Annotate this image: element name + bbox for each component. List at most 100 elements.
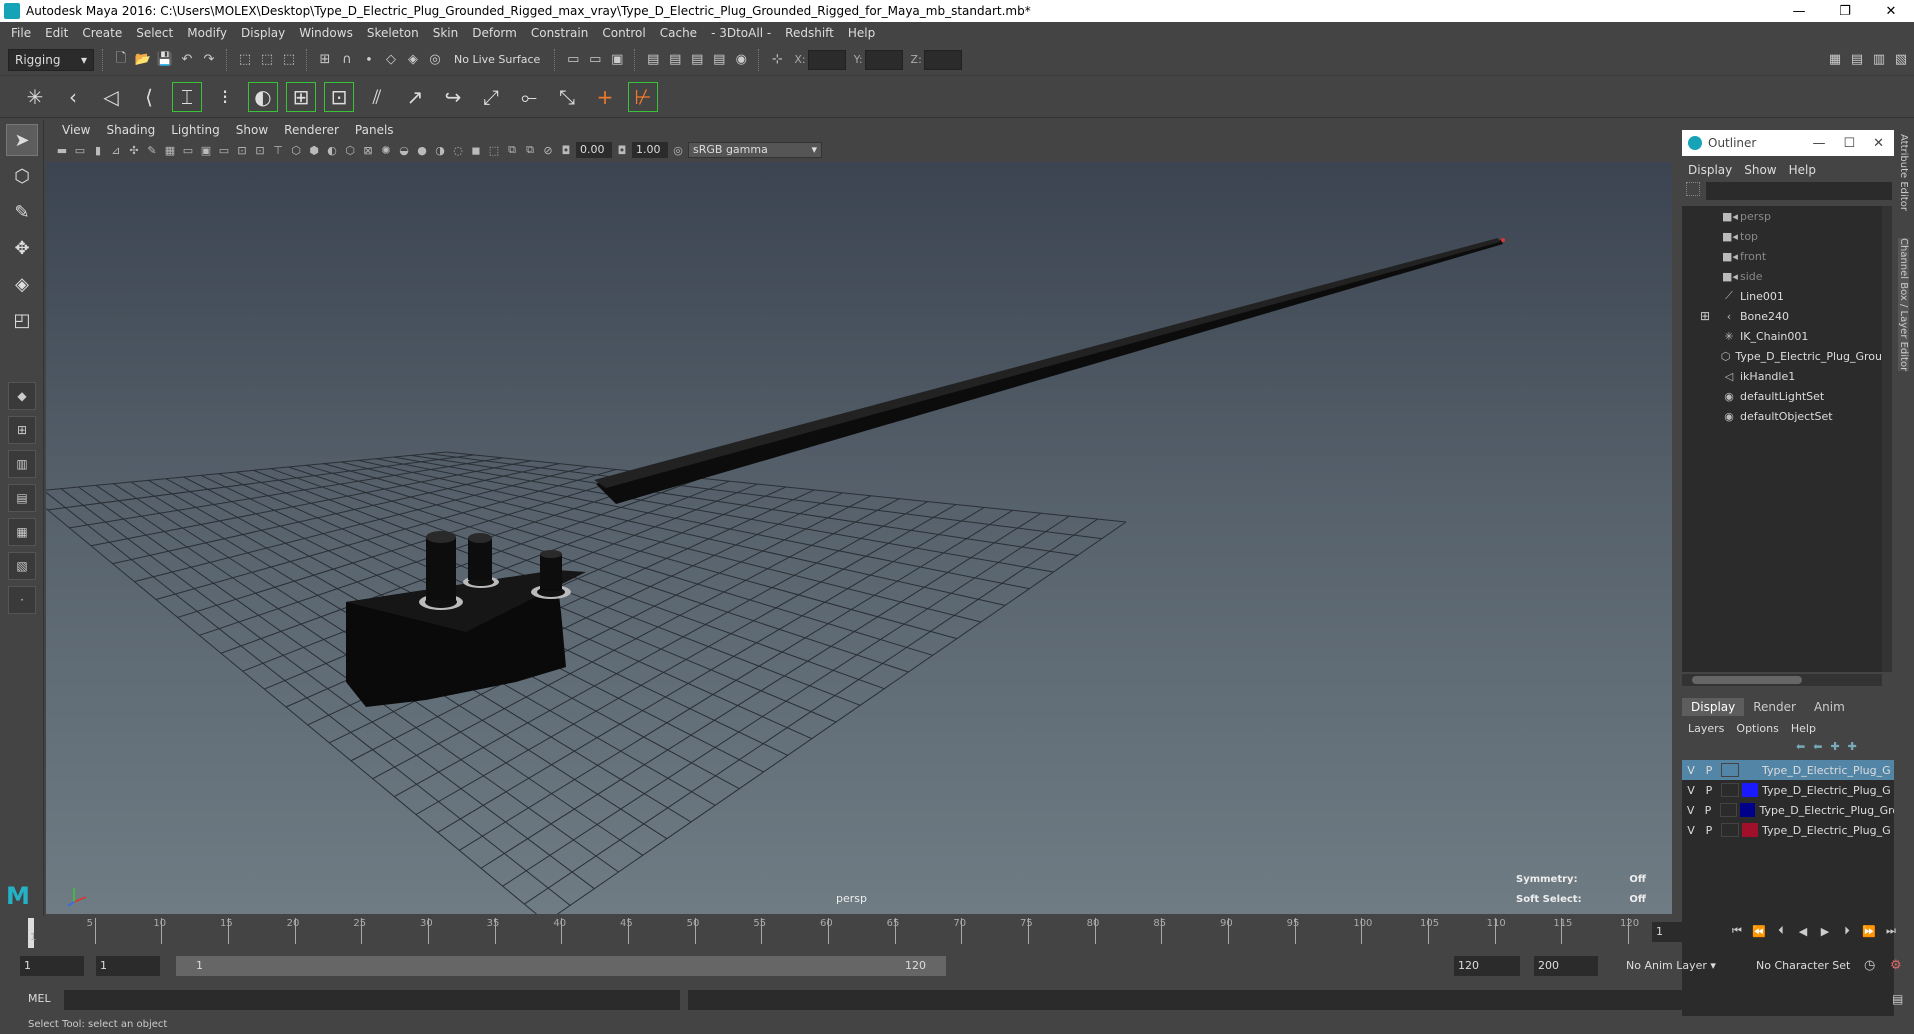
select-camera-icon[interactable]: ▬: [54, 142, 70, 158]
set-driven-key-icon[interactable]: ⊬: [628, 81, 658, 112]
outliner-horizontal-scrollbar[interactable]: [1682, 674, 1882, 686]
bind-skin-icon[interactable]: ⁝: [210, 82, 240, 112]
outliner-item[interactable]: ■◂ side: [1682, 266, 1882, 286]
panel-menu-item[interactable]: Show: [228, 123, 276, 137]
snap-grid-icon[interactable]: ⊞: [316, 51, 334, 69]
script-editor-icon[interactable]: ▤: [1892, 992, 1903, 1006]
range-slider[interactable]: 1 120: [176, 956, 946, 976]
outliner-item[interactable]: ◉ defaultObjectSet: [1682, 406, 1882, 426]
pole-vector-icon[interactable]: ⤡: [552, 82, 582, 112]
safe-title-icon[interactable]: ⊤: [270, 142, 286, 158]
panel-menu-item[interactable]: Renderer: [276, 123, 347, 137]
menu-item[interactable]: Skeleton: [360, 26, 426, 40]
outliner-item[interactable]: ◁ ikHandle1: [1682, 366, 1882, 386]
snap-curve-icon[interactable]: ∩: [338, 51, 356, 69]
anim-layer-dropdown[interactable]: No Anim Layer ▾: [1626, 956, 1716, 976]
menu-item[interactable]: Cache: [653, 26, 704, 40]
current-frame-field[interactable]: 1: [1652, 922, 1718, 942]
aim-constraint-icon[interactable]: ↗: [400, 82, 430, 112]
layer-row[interactable]: V P Type_D_Electric_Plug_G: [1682, 760, 1894, 780]
camera-attributes-icon[interactable]: ▭: [72, 142, 88, 158]
open-scene-icon[interactable]: 📂: [134, 51, 152, 69]
layer-row[interactable]: V P Type_D_Electric_Plug_G: [1682, 780, 1894, 800]
exposure-icon[interactable]: ◘: [558, 142, 574, 158]
menu-item[interactable]: Select: [129, 26, 180, 40]
use-all-lights-icon[interactable]: ✺: [378, 142, 394, 158]
character-set-dropdown[interactable]: No Character Set: [1756, 956, 1850, 976]
multisample-aa-icon[interactable]: ◌: [450, 142, 466, 158]
parent-constraint-icon[interactable]: ⟜: [514, 82, 544, 112]
make-live-icon[interactable]: ◎: [426, 51, 444, 69]
menu-item[interactable]: Windows: [292, 26, 360, 40]
x-field[interactable]: [807, 49, 846, 70]
layer-tab[interactable]: Render: [1744, 698, 1805, 716]
insert-joint-icon[interactable]: ‹: [58, 82, 88, 112]
locator-icon[interactable]: +: [590, 82, 620, 112]
playback-toggle[interactable]: P: [1700, 764, 1718, 777]
move-layer-down-icon[interactable]: ⬅: [1813, 740, 1822, 753]
outliner-item[interactable]: ■◂ top: [1682, 226, 1882, 246]
move-tool-icon[interactable]: ✥: [6, 232, 38, 264]
rotate-tool-icon[interactable]: ◈: [6, 268, 38, 300]
playback-end-field[interactable]: 120: [1454, 956, 1520, 976]
channel-box-toggle-icon[interactable]: ▧: [1892, 51, 1910, 69]
layer-row[interactable]: V P Type_D_Electric_Plug_G: [1682, 820, 1894, 840]
time-slider[interactable]: 1 5 10 15 20 25 30 35 40 45 50 55 60 65 70 75 80 85 90 95 10…: [28, 918, 1639, 948]
menu-item[interactable]: - 3DtoAll -: [704, 26, 778, 40]
wireframe-on-shaded-icon[interactable]: ⬡: [342, 142, 358, 158]
3d-viewport[interactable]: persp Symmetry: Off Soft Select: Off: [46, 162, 1672, 914]
outliner-item[interactable]: ■◂ front: [1682, 246, 1882, 266]
layer-row[interactable]: V P Type_D_Electric_Plug_Gro: [1682, 800, 1894, 820]
panel-menu-item[interactable]: Panels: [347, 123, 402, 137]
layer-color-swatch[interactable]: [1742, 763, 1758, 777]
ik-handle-icon[interactable]: ◁: [96, 82, 126, 112]
select-hierarchy-icon[interactable]: ⬚: [236, 51, 254, 69]
minimize-icon[interactable]: —: [1812, 136, 1825, 151]
menu-set-dropdown[interactable]: Rigging ▾: [8, 48, 94, 71]
anim-start-field[interactable]: 1: [96, 956, 160, 976]
menu-item[interactable]: File: [4, 26, 38, 40]
snap-surface-icon[interactable]: ◈: [404, 51, 422, 69]
visibility-toggle[interactable]: V: [1682, 824, 1700, 837]
outliner-vertical-scrollbar[interactable]: [1882, 206, 1892, 672]
layer-tab[interactable]: Display: [1682, 698, 1745, 716]
render-view-icon[interactable]: ▤: [644, 51, 662, 69]
single-layout-icon[interactable]: ◆: [8, 382, 36, 410]
layer-color-swatch[interactable]: [1742, 823, 1758, 837]
layer-menu-item[interactable]: Layers: [1682, 722, 1730, 735]
custom-layout-icon[interactable]: ·: [8, 586, 36, 614]
playback-toggle[interactable]: P: [1700, 824, 1718, 837]
xray-icon[interactable]: ⧉: [504, 142, 520, 158]
outliner-persp-layout-icon[interactable]: ▤: [8, 484, 36, 512]
anim-end-field[interactable]: 200: [1534, 956, 1598, 976]
expand-icon[interactable]: ⊞: [1700, 309, 1714, 323]
tool-settings-icon[interactable]: ▥: [1870, 51, 1888, 69]
layer-tab[interactable]: Anim: [1805, 698, 1854, 716]
textured-icon[interactable]: ⊠: [360, 142, 376, 158]
joint-tool-icon[interactable]: ✳: [20, 82, 50, 112]
outliner-item[interactable]: ■◂ persp: [1682, 206, 1882, 226]
visibility-toggle[interactable]: V: [1682, 764, 1700, 777]
scale-constraint-icon[interactable]: ⤢: [476, 82, 506, 112]
go-to-end-icon[interactable]: ⏭: [1882, 922, 1900, 940]
layer-menu-item[interactable]: Options: [1730, 722, 1784, 735]
panel-menu-item[interactable]: Lighting: [163, 123, 228, 137]
gate-mask-icon[interactable]: ▭: [216, 142, 232, 158]
ambient-occlusion-icon[interactable]: ●: [414, 142, 430, 158]
resolution-gate-icon[interactable]: ▣: [198, 142, 214, 158]
output-ops-icon[interactable]: ▭: [586, 51, 604, 69]
select-object-icon[interactable]: ⬚: [258, 51, 276, 69]
start-time-field[interactable]: 1: [20, 956, 84, 976]
ik-spline-icon[interactable]: ⟨: [134, 82, 164, 112]
outliner-item[interactable]: ⟋ Line001: [1682, 286, 1882, 306]
playback-toggle[interactable]: P: [1699, 804, 1716, 817]
layer-color-swatch[interactable]: [1740, 803, 1756, 817]
xray-active-icon[interactable]: ⧉: [522, 142, 538, 158]
menu-item[interactable]: Constrain: [524, 26, 596, 40]
new-scene-icon[interactable]: 🗋: [112, 51, 130, 69]
visibility-toggle[interactable]: V: [1682, 804, 1699, 817]
lasso-tool-icon[interactable]: ⬡: [6, 160, 38, 192]
menu-item[interactable]: Create: [75, 26, 129, 40]
isolate-select-icon[interactable]: ⬚: [486, 142, 502, 158]
channel-box-tab[interactable]: Channel Box / Layer Editor: [1898, 238, 1909, 372]
